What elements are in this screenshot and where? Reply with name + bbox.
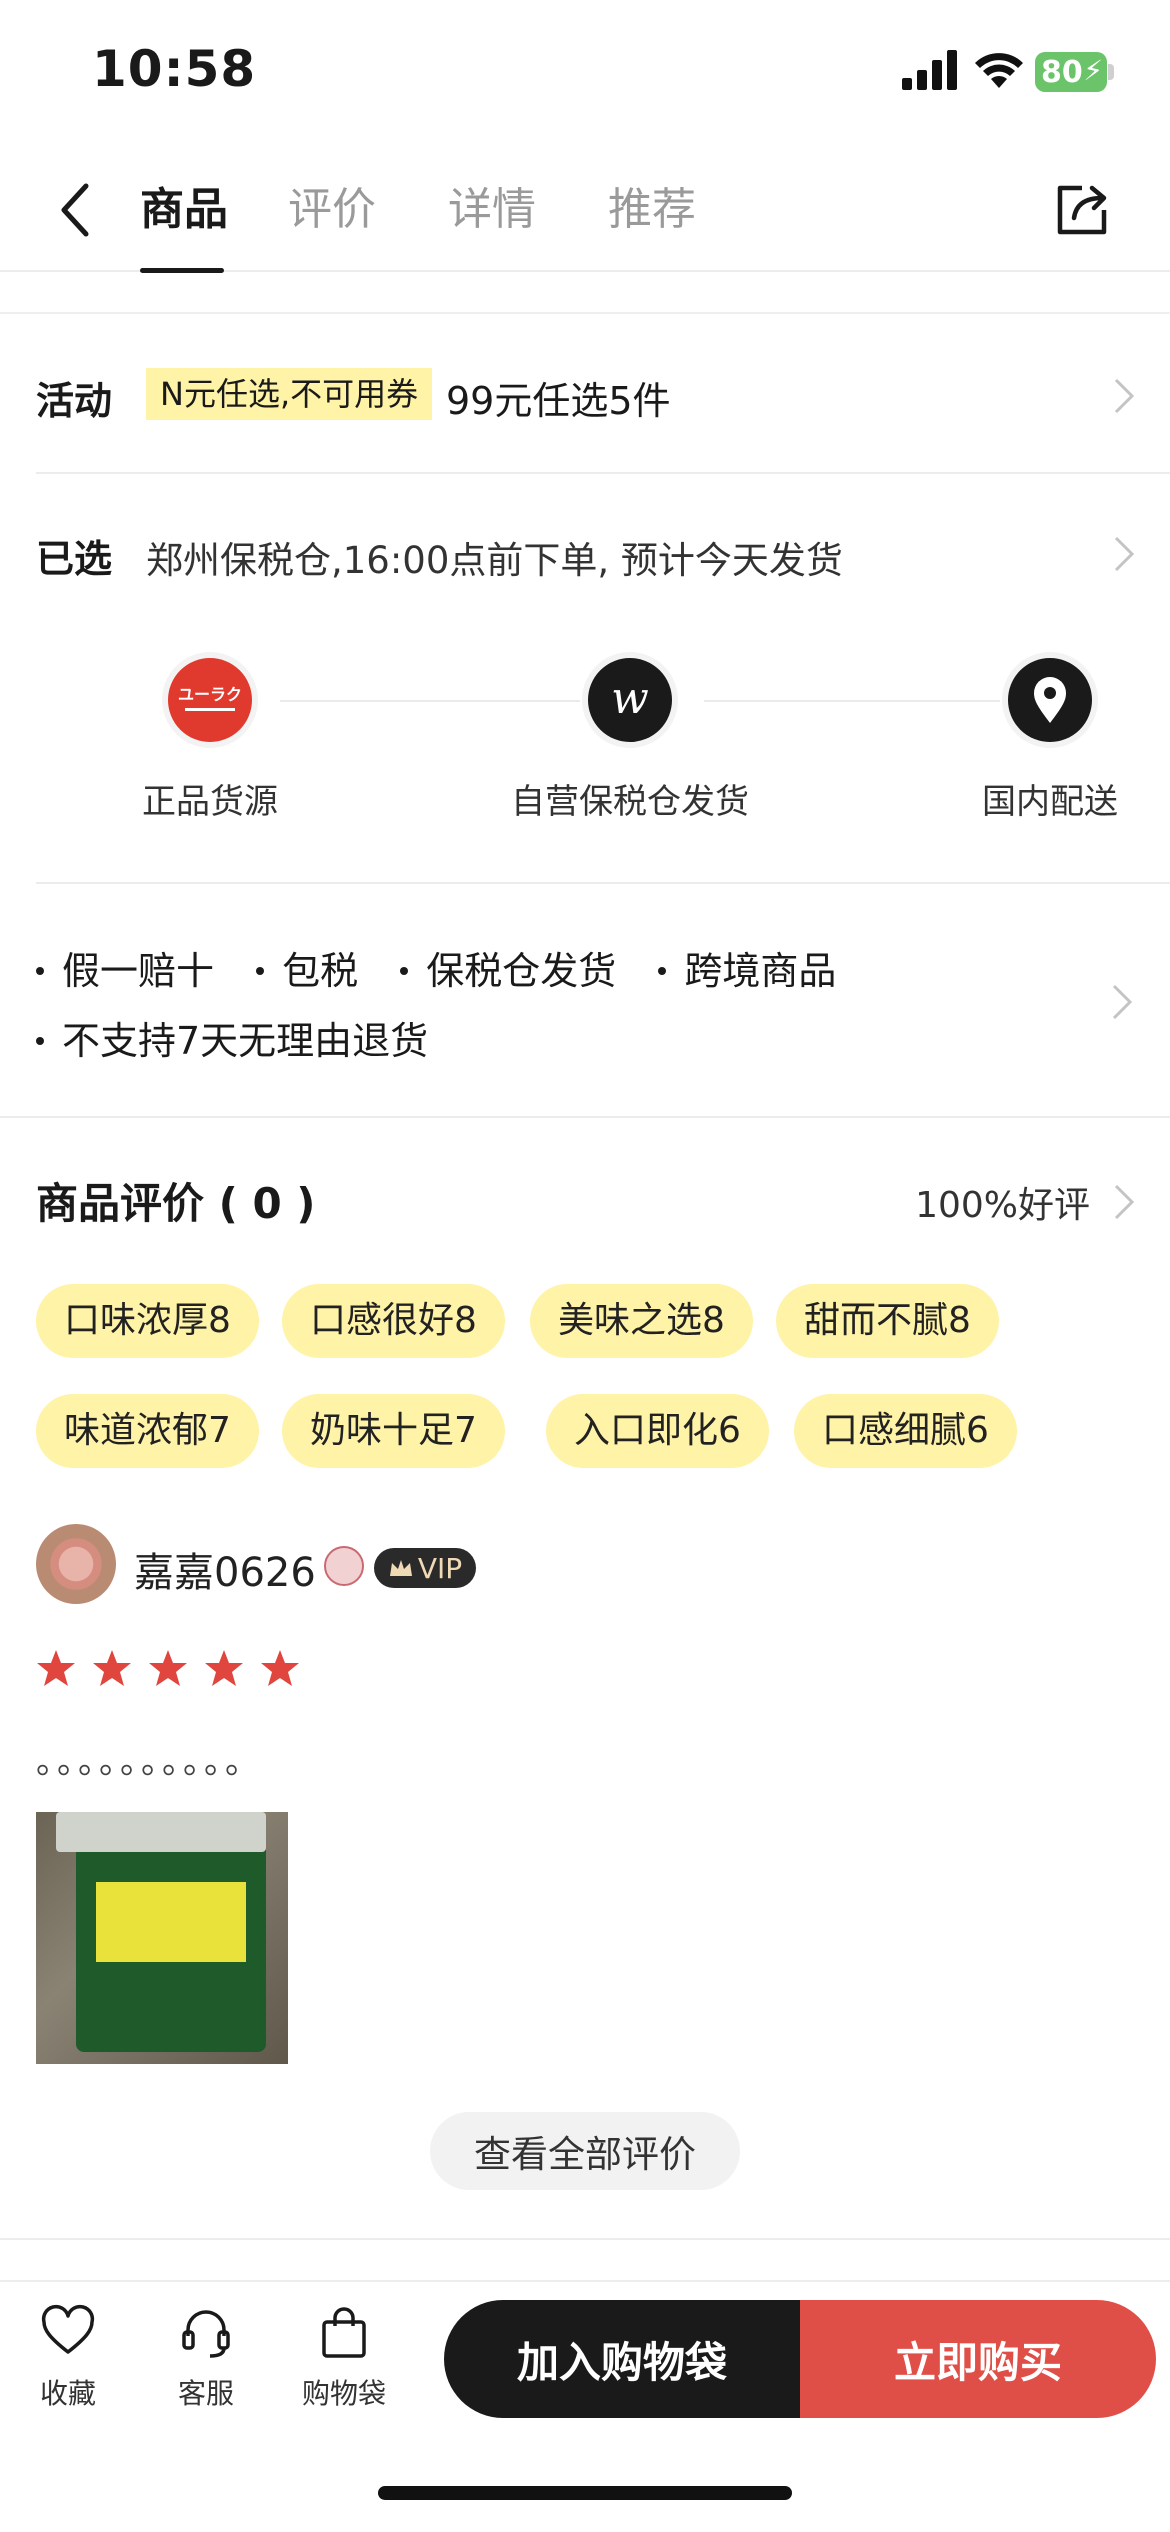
review-tag[interactable]: 甜而不腻8 xyxy=(776,1284,999,1358)
cellular-signal-icon xyxy=(902,50,957,90)
review-username: 嘉嘉0626 xyxy=(134,1550,316,1596)
customer-service-button[interactable]: 客服 xyxy=(146,2304,266,2412)
chevron-right-icon xyxy=(1112,984,1133,1020)
shopping-bag-button[interactable]: 购物袋 xyxy=(284,2304,404,2412)
promo-text: 99元任选5件 xyxy=(446,379,671,423)
battery-level: 80 xyxy=(1041,54,1083,90)
selected-label: 已选 xyxy=(36,537,113,581)
favorite-label: 收藏 xyxy=(39,2377,96,2410)
guarantee-item: 假一赔十 xyxy=(62,949,215,993)
review-tag[interactable]: 味道浓郁7 xyxy=(36,1394,259,1468)
charging-bolt-icon: ⚡ xyxy=(1083,54,1103,87)
guarantee-item: 跨境商品 xyxy=(684,949,837,993)
avatar[interactable] xyxy=(36,1524,116,1604)
chevron-right-icon xyxy=(1114,536,1135,572)
heart-icon xyxy=(41,2304,95,2354)
headset-icon xyxy=(182,2310,230,2358)
selected-row[interactable]: 已选 郑州保税仓,16:00点前下单, 预计今天发货 xyxy=(36,522,1136,582)
battery-nub xyxy=(1108,64,1114,80)
back-chevron-icon[interactable] xyxy=(56,180,96,240)
guarantee-line-2: 不支持7天无理由退货 xyxy=(36,1010,428,1065)
buy-now-button[interactable]: 立即购买 xyxy=(800,2300,1156,2418)
add-to-bag-button[interactable]: 加入购物袋 xyxy=(444,2300,800,2418)
promo-tag: N元任选,不可用券 xyxy=(146,368,433,420)
status-time: 10:58 xyxy=(92,40,257,98)
star-icon xyxy=(37,1650,75,1686)
tab-details[interactable]: 详情 xyxy=(448,180,536,240)
star-rating xyxy=(36,1648,311,1688)
home-indicator[interactable] xyxy=(378,2486,792,2500)
feature-domestic-delivery: 国内配送 xyxy=(960,652,1140,823)
chevron-right-icon xyxy=(1114,1184,1135,1220)
feature-authentic: ユーラク 正品货源 xyxy=(110,652,310,823)
review-tag[interactable]: 口感很好8 xyxy=(282,1284,505,1358)
vip-badge: VIP xyxy=(374,1548,476,1588)
section-divider xyxy=(0,312,1170,314)
vip-label: VIP xyxy=(417,1551,463,1585)
svg-text:ユーラク: ユーラク xyxy=(178,685,242,704)
tab-reviews[interactable]: 评价 xyxy=(288,180,376,240)
w-logo-icon: w xyxy=(582,652,678,748)
review-tag[interactable]: 口感细腻6 xyxy=(794,1394,1017,1468)
feature-label: 自营保税仓发货 xyxy=(511,782,749,822)
share-icon[interactable] xyxy=(1052,180,1112,240)
brand-logo-icon: ユーラク xyxy=(162,652,258,748)
star-icon xyxy=(149,1650,188,1686)
favorite-button[interactable]: 收藏 xyxy=(8,2304,128,2412)
review-photo[interactable] xyxy=(36,1812,288,2064)
row-divider xyxy=(36,882,1170,884)
view-all-reviews-button[interactable]: 查看全部评价 xyxy=(430,2112,740,2190)
flower-badge-icon xyxy=(324,1546,364,1586)
status-bar: 10:58 80 ⚡ xyxy=(0,0,1170,150)
service-label: 客服 xyxy=(177,2377,234,2410)
header: 商品 评价 详情 推荐 xyxy=(0,150,1170,273)
active-tab-indicator xyxy=(140,268,224,273)
chevron-right-icon xyxy=(1114,378,1135,414)
star-icon xyxy=(261,1650,300,1686)
svg-text:w: w xyxy=(611,675,649,724)
location-pin-icon xyxy=(1002,652,1098,748)
tab-product[interactable]: 商品 xyxy=(140,180,228,240)
bag-label: 购物袋 xyxy=(301,2377,386,2410)
section-divider xyxy=(0,2238,1170,2240)
star-icon xyxy=(93,1650,132,1686)
shopping-bag-icon xyxy=(322,2307,366,2358)
feature-label: 正品货源 xyxy=(142,782,278,822)
star-icon xyxy=(205,1650,244,1686)
feature-bonded-warehouse: w 自营保税仓发货 xyxy=(490,652,770,823)
battery-icon: 80 ⚡ xyxy=(1035,52,1107,92)
review-tag[interactable]: 入口即化6 xyxy=(546,1394,769,1468)
promo-row[interactable]: 活动 N元任选,不可用券 99元任选5件 xyxy=(36,364,1136,424)
guarantee-item: 保税仓发货 xyxy=(426,949,617,993)
review-tag[interactable]: 美味之选8 xyxy=(530,1284,753,1358)
guarantee-item: 包税 xyxy=(282,949,359,993)
feature-label: 国内配送 xyxy=(982,782,1118,822)
crown-icon xyxy=(389,1560,412,1576)
section-divider xyxy=(0,1116,1170,1118)
promo-label: 活动 xyxy=(36,379,113,423)
reviews-title: 商品评价 ( 0 ) xyxy=(36,1179,316,1228)
review-tag[interactable]: 奶味十足7 xyxy=(282,1394,505,1468)
guarantee-line-1: 假一赔十 包税 保税仓发货 跨境商品 xyxy=(36,940,836,995)
review-text: 。。。。。。。。。。 xyxy=(36,1742,263,1782)
positive-rate[interactable]: 100%好评 xyxy=(915,1176,1090,1228)
wifi-icon xyxy=(975,53,1023,88)
review-tag[interactable]: 口味浓厚8 xyxy=(36,1284,259,1358)
tab-recommend[interactable]: 推荐 xyxy=(608,180,696,240)
row-divider xyxy=(36,472,1170,474)
selected-text: 郑州保税仓,16:00点前下单, 预计今天发货 xyxy=(146,539,843,582)
guarantee-item: 不支持7天无理由退货 xyxy=(62,1019,429,1063)
